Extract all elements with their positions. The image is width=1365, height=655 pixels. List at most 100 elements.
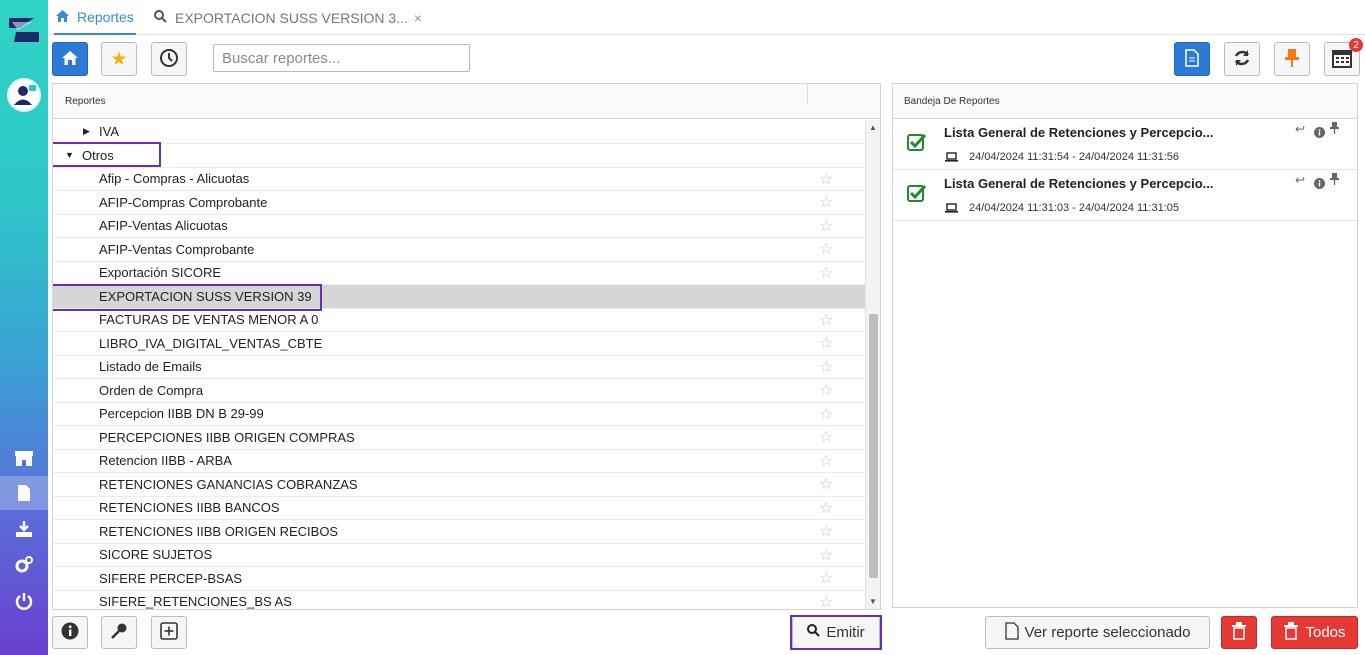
report-row[interactable]: FACTURAS DE VENTAS MENOR A 0 ☆ bbox=[53, 309, 865, 332]
report-row[interactable]: Orden de Compra ☆ bbox=[53, 379, 865, 403]
report-row[interactable]: AFIP-Compras Comprobante ☆ bbox=[53, 191, 865, 215]
panel-title: Reportes bbox=[65, 95, 106, 107]
settings-icon[interactable] bbox=[0, 548, 48, 582]
tab-reportes[interactable]: Reportes bbox=[54, 0, 136, 35]
search-input[interactable] bbox=[213, 44, 470, 72]
info-icon bbox=[61, 622, 79, 644]
user-avatar[interactable] bbox=[7, 78, 41, 112]
report-row[interactable]: LIBRO_IVA_DIGITAL_VENTAS_CBTE ☆ bbox=[53, 332, 865, 356]
reply-icon[interactable]: ↩ bbox=[1295, 173, 1305, 187]
star-outline-icon[interactable]: ☆ bbox=[819, 451, 833, 471]
tray-item[interactable]: Lista General de Retenciones y Percepcio… bbox=[893, 170, 1357, 221]
emitir-button[interactable]: Emitir bbox=[792, 616, 880, 649]
search-icon bbox=[807, 624, 821, 641]
tray-item-title: Lista General de Retenciones y Percepcio… bbox=[944, 125, 1214, 140]
scroll-up-icon[interactable]: ▲ bbox=[869, 123, 877, 132]
check-icon bbox=[907, 184, 927, 202]
star-outline-icon[interactable]: ☆ bbox=[819, 427, 833, 447]
tray-header: Bandeja De Reportes bbox=[893, 84, 1357, 119]
info-button[interactable] bbox=[52, 616, 88, 649]
tree-group-row[interactable]: ▶ IVA bbox=[53, 120, 865, 144]
tray-item-title: Lista General de Retenciones y Percepcio… bbox=[944, 176, 1214, 191]
tree-group-row[interactable]: ▼ Otros bbox=[53, 144, 865, 168]
reports-tray-panel: Bandeja De Reportes Lista General de Ret… bbox=[892, 83, 1358, 608]
star-outline-icon[interactable]: ☆ bbox=[819, 380, 833, 400]
pin-icon[interactable] bbox=[1330, 173, 1339, 188]
report-row[interactable]: SIFERE_RETENCIONES_BS AS ☆ bbox=[53, 591, 865, 609]
laptop-icon bbox=[945, 201, 958, 216]
document-icon[interactable] bbox=[0, 476, 48, 510]
scrollbar-thumb[interactable] bbox=[869, 314, 878, 578]
app-logo[interactable] bbox=[6, 12, 42, 48]
pin-button[interactable] bbox=[1274, 42, 1310, 76]
view-selected-report-button[interactable]: Ver reporte seleccionado bbox=[985, 616, 1210, 649]
tab-exportacion-suss[interactable]: EXPORTACION SUSS VERSION 3... × bbox=[154, 0, 422, 35]
report-row[interactable]: RETENCIONES IIBB BANCOS ☆ bbox=[53, 497, 865, 520]
star-outline-icon[interactable]: ☆ bbox=[819, 286, 833, 306]
star-outline-icon[interactable]: ☆ bbox=[819, 474, 833, 494]
report-row[interactable]: RETENCIONES IIBB ORIGEN RECIBOS ☆ bbox=[53, 520, 865, 544]
report-row[interactable]: AFIP-Ventas Comprobante ☆ bbox=[53, 238, 865, 262]
delete-all-button[interactable]: Todos bbox=[1271, 616, 1358, 649]
star-outline-icon[interactable]: ☆ bbox=[819, 263, 833, 283]
reports-panel: Reportes ▶ IVA ▼ Otros Afip - Compras - Alic… bbox=[52, 83, 881, 610]
report-row[interactable]: AFIP-Ventas Alicuotas ☆ bbox=[53, 215, 865, 238]
delete-button[interactable] bbox=[1221, 616, 1257, 649]
trash-icon bbox=[1231, 621, 1247, 644]
report-label: SICORE SUJETOS bbox=[99, 547, 213, 563]
info-icon[interactable] bbox=[1314, 126, 1325, 141]
report-list: ▶ IVA ▼ Otros Afip - Compras - Alicuotas ☆ AFI… bbox=[53, 120, 865, 609]
star-outline-icon[interactable]: ☆ bbox=[819, 498, 833, 518]
star-outline-icon[interactable]: ☆ bbox=[819, 592, 833, 609]
favorites-button[interactable]: ★ bbox=[101, 42, 137, 76]
report-row[interactable]: RETENCIONES GANANCIAS COBRANZAS ☆ bbox=[53, 473, 865, 497]
star-outline-icon[interactable]: ☆ bbox=[819, 357, 833, 377]
caret-right-icon[interactable]: ▶ bbox=[83, 126, 90, 137]
star-outline-icon[interactable]: ☆ bbox=[819, 404, 833, 424]
report-label: Otros bbox=[82, 147, 114, 163]
star-outline-icon[interactable]: ☆ bbox=[819, 239, 833, 259]
report-row[interactable]: PERCEPCIONES IIBB ORIGEN COMPRAS ☆ bbox=[53, 426, 865, 450]
pin-icon[interactable] bbox=[1330, 122, 1339, 137]
report-row[interactable]: Percepcion IIBB DN B 29-99 ☆ bbox=[53, 403, 865, 426]
report-label: Retencion IIBB - ARBA bbox=[99, 453, 232, 469]
star-outline-icon[interactable]: ☆ bbox=[819, 333, 833, 353]
calendar-button[interactable]: 2 bbox=[1324, 38, 1363, 76]
caret-down-icon[interactable]: ▼ bbox=[65, 150, 74, 160]
power-icon[interactable] bbox=[0, 584, 48, 618]
star-outline-icon[interactable]: ☆ bbox=[819, 545, 833, 565]
report-label: AFIP-Compras Comprobante bbox=[99, 194, 268, 210]
home-button[interactable] bbox=[52, 42, 88, 76]
star-outline-icon[interactable]: ☆ bbox=[819, 216, 833, 236]
reports-panel-header: Reportes bbox=[53, 84, 880, 119]
reply-icon[interactable]: ↩ bbox=[1295, 122, 1305, 136]
report-row[interactable]: Listado de Emails ☆ bbox=[53, 356, 865, 379]
report-row[interactable]: SIFERE PERCEP-BSAS ☆ bbox=[53, 567, 865, 591]
download-icon[interactable] bbox=[0, 512, 48, 546]
star-outline-icon[interactable]: ☆ bbox=[819, 169, 833, 189]
history-button[interactable] bbox=[151, 42, 187, 76]
star-outline-icon[interactable]: ☆ bbox=[819, 568, 833, 588]
report-row[interactable]: SICORE SUJETOS ☆ bbox=[53, 544, 865, 567]
reports-tray-button[interactable] bbox=[1174, 42, 1210, 76]
star-icon: ★ bbox=[110, 48, 128, 70]
refresh-button[interactable] bbox=[1224, 42, 1260, 76]
close-icon[interactable]: × bbox=[414, 10, 422, 26]
report-row[interactable]: Afip - Compras - Alicuotas ☆ bbox=[53, 168, 865, 191]
store-icon[interactable] bbox=[0, 441, 48, 475]
report-label: FACTURAS DE VENTAS MENOR A 0 bbox=[99, 312, 319, 328]
info-icon[interactable] bbox=[1314, 177, 1325, 192]
report-row[interactable]: Retencion IIBB - ARBA ☆ bbox=[53, 450, 865, 473]
star-outline-icon[interactable]: ☆ bbox=[819, 521, 833, 541]
star-outline-icon[interactable]: ☆ bbox=[819, 310, 833, 330]
vertical-scrollbar[interactable]: ▲ ▼ bbox=[865, 120, 880, 609]
tab-label: Reportes bbox=[77, 8, 134, 25]
report-row[interactable]: EXPORTACION SUSS VERSION 39 ☆ bbox=[53, 285, 865, 309]
tray-item[interactable]: Lista General de Retenciones y Percepcio… bbox=[893, 119, 1357, 170]
key-button[interactable] bbox=[101, 616, 137, 649]
scroll-down-icon[interactable]: ▼ bbox=[869, 597, 877, 606]
report-row[interactable]: Exportación SICORE ☆ bbox=[53, 262, 865, 285]
add-button[interactable] bbox=[151, 616, 187, 649]
trash-icon bbox=[1283, 621, 1299, 644]
star-outline-icon[interactable]: ☆ bbox=[819, 192, 833, 212]
